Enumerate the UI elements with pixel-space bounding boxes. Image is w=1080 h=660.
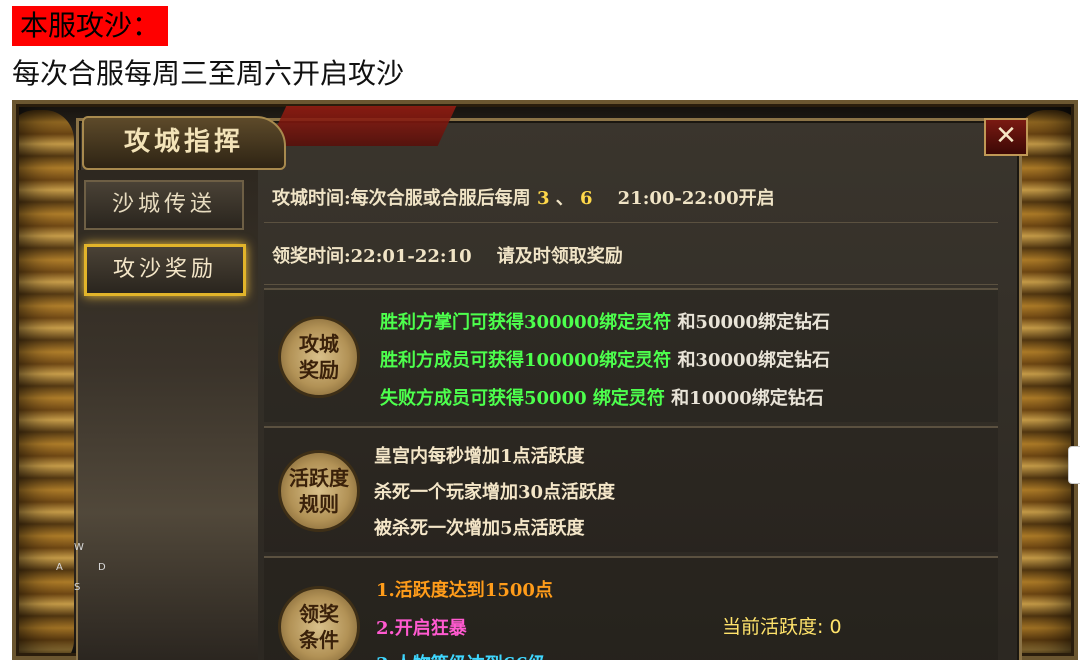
claim-condition-2: 2.开启狂暴: [376, 618, 467, 639]
game-window: 攻城指挥 ✕ 沙城传送 攻沙奖励 W A D S 攻城时间:每次合服或合服后每周…: [12, 100, 1078, 660]
claim-time-text: 领奖时间:22:01-22:10 请及时领取奖励: [272, 242, 623, 268]
siege-time-text: 攻城时间:每次合服或合服后每周 3 、 6 21:00-22:00开启: [272, 184, 775, 210]
reward-line-1-main: 胜利方掌门可获得300000绑定灵符: [380, 312, 672, 333]
activity-rule-2: 杀死一个玩家增加30点活跃度: [374, 482, 616, 503]
window-title: 攻城指挥: [82, 116, 286, 170]
sidebar: 沙城传送 攻沙奖励 W A D S: [56, 170, 258, 660]
reward-line-3-extra: 和10000绑定钻石: [671, 388, 824, 409]
key-hint-w: W: [74, 542, 84, 553]
siege-rewards-section: 攻城 奖励 胜利方掌门可获得300000绑定灵符 和50000绑定钻石 胜利方成…: [264, 288, 998, 422]
activity-rules-badge-text: 活跃度 规则: [289, 466, 349, 516]
subheadline: 每次合服每周三至周六开启攻沙: [12, 57, 405, 90]
headline-banner: 本服攻沙：: [12, 6, 169, 46]
page-scroll-handle[interactable]: [1068, 446, 1080, 484]
siege-time-row: 攻城时间:每次合服或合服后每周 3 、 6 21:00-22:00开启: [264, 170, 998, 223]
reward-line-2-main: 胜利方成员可获得100000绑定灵符: [380, 350, 672, 371]
activity-rule-3: 被杀死一次增加5点活跃度: [374, 518, 585, 539]
reward-line-1: 胜利方掌门可获得300000绑定灵符 和50000绑定钻石: [380, 308, 830, 334]
reward-line-2-extra: 和30000绑定钻石: [677, 350, 831, 371]
key-hint-s: S: [74, 582, 81, 593]
close-button[interactable]: ✕: [984, 118, 1028, 156]
title-ribbon: [267, 106, 457, 146]
siege-time-desc: 每次合服或合服后每周: [350, 188, 531, 209]
claim-time-window: 22:01-22:10: [350, 246, 472, 267]
claim-conditions-badge: 领奖 条件: [278, 586, 360, 660]
activity-rule-1: 皇宫内每秒增加1点活跃度: [374, 446, 585, 467]
current-activity: 当前活跃度: 0: [722, 612, 842, 639]
siege-day-2: 6: [580, 188, 593, 209]
reward-line-3: 失败方成员可获得50000 绑定灵符 和10000绑定钻石: [380, 384, 824, 410]
current-activity-label: 当前活跃度:: [722, 616, 824, 638]
content-area: 攻城时间:每次合服或合服后每周 3 、 6 21:00-22:00开启 领奖时间…: [264, 170, 998, 660]
siege-time-label: 攻城时间:: [272, 188, 351, 209]
current-activity-value: 0: [829, 616, 842, 638]
siege-rewards-badge-text: 攻城 奖励: [299, 332, 339, 382]
siege-rewards-badge: 攻城 奖励: [278, 316, 360, 398]
siege-time-window: 21:00-22:00开启: [617, 188, 775, 209]
sidebar-item-siege-rewards[interactable]: 攻沙奖励: [84, 244, 246, 296]
siege-day-sep: 、: [555, 188, 574, 209]
key-hint-d: D: [98, 562, 106, 573]
activity-rules-section: 活跃度 规则 皇宫内每秒增加1点活跃度 杀死一个玩家增加30点活跃度 被杀死一次…: [264, 426, 998, 552]
headline-text: 本服攻沙：: [20, 9, 161, 42]
activity-rules-badge: 活跃度 规则: [278, 450, 360, 532]
reward-line-2: 胜利方成员可获得100000绑定灵符 和30000绑定钻石: [380, 346, 830, 372]
claim-condition-1: 1.活跃度达到1500点: [376, 580, 553, 601]
claim-conditions-section: 领奖 条件 1.活跃度达到1500点 2.开启狂暴 3.人物等级达到66级 当前…: [264, 556, 998, 660]
reward-line-1-extra: 和50000绑定钻石: [677, 312, 831, 333]
claim-time-label: 领奖时间:: [272, 246, 351, 267]
claim-time-row: 领奖时间:22:01-22:10 请及时领取奖励: [264, 226, 998, 285]
sidebar-item-sand-city-teleport[interactable]: 沙城传送: [84, 180, 244, 230]
claim-condition-3: 3.人物等级达到66级: [376, 650, 546, 660]
claim-time-note: 请及时领取奖励: [496, 246, 623, 267]
claim-conditions-badge-text: 领奖 条件: [299, 602, 339, 652]
siege-day-1: 3: [536, 188, 550, 209]
key-hint-a: A: [56, 562, 63, 573]
reward-line-3-main: 失败方成员可获得50000 绑定灵符: [380, 388, 665, 409]
